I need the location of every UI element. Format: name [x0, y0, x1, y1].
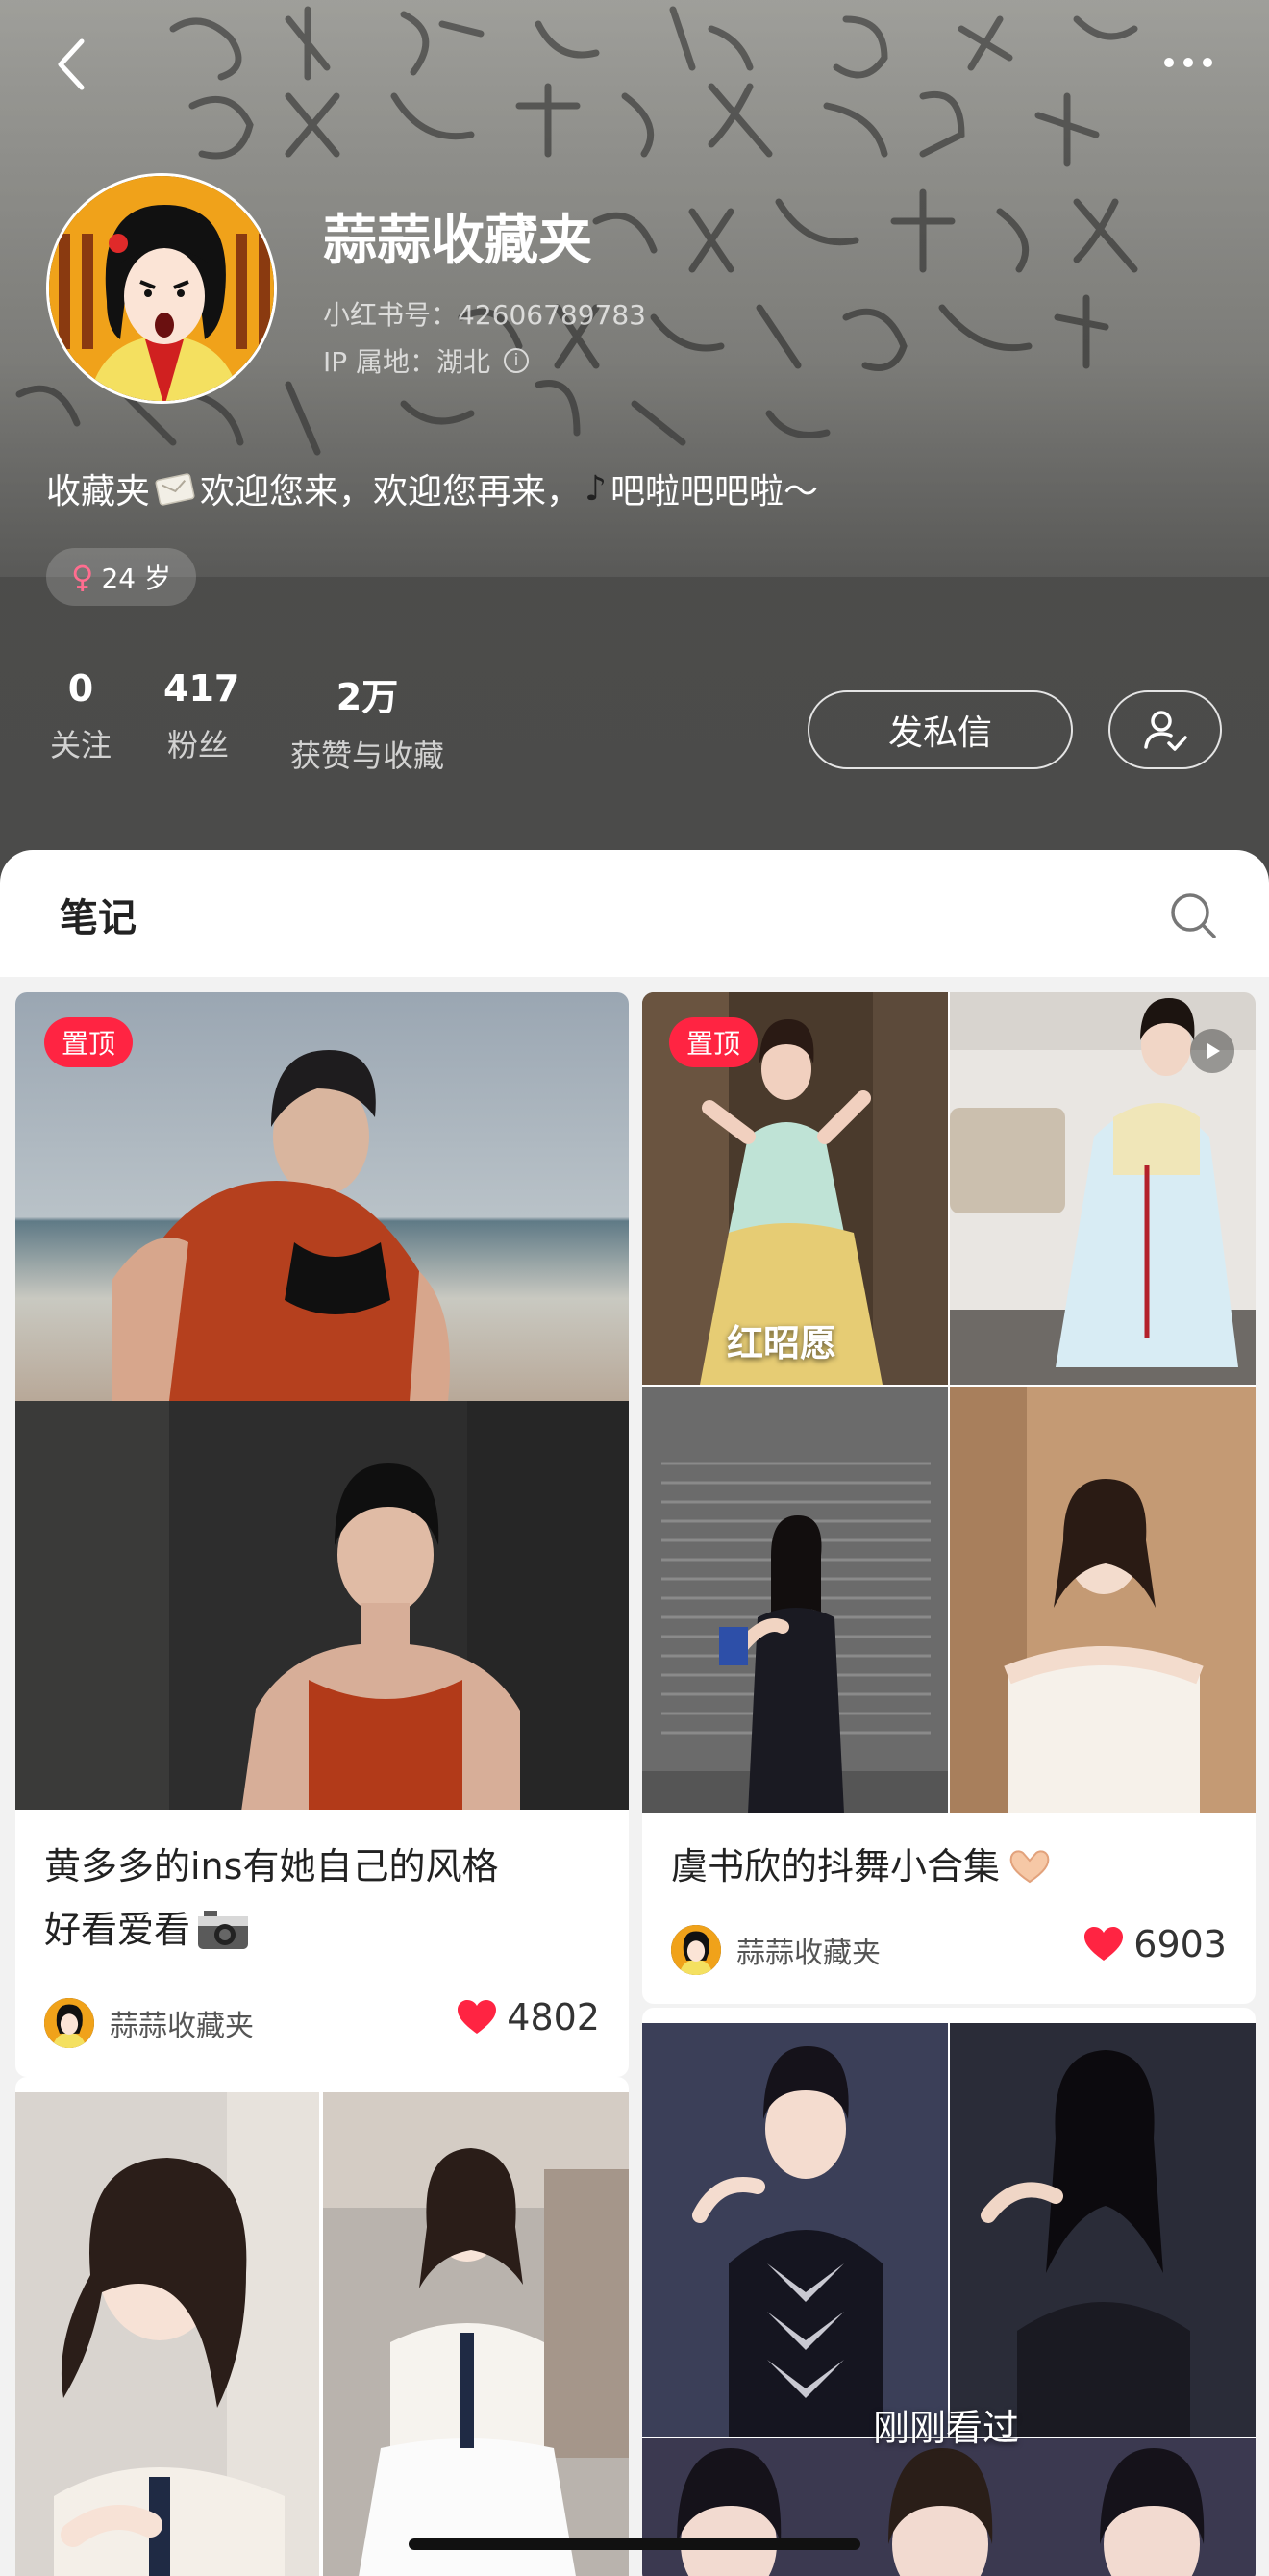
- stat-likes-collects[interactable]: 2万 获赞与收藏: [281, 667, 454, 776]
- stat-following[interactable]: 0 关注: [46, 667, 115, 765]
- offshoulder-photo: [950, 1387, 1256, 1813]
- info-icon[interactable]: i: [504, 348, 530, 373]
- stat-followers-label: 粉丝: [166, 727, 229, 763]
- age-tag: ♀ 24 岁: [46, 548, 196, 606]
- portrait-photo: [15, 2092, 319, 2576]
- bio-prefix: 收藏夹: [46, 472, 151, 512]
- cover-caption: 红昭愿: [727, 1322, 837, 1364]
- ip-location-text: IP 属地：湖北: [323, 346, 491, 378]
- note-card[interactable]: 刚刚看过: [642, 2008, 1256, 2576]
- music-note-icon: ♪: [585, 468, 608, 509]
- heart-icon: [458, 2000, 497, 2034]
- group-photo: [642, 2438, 1256, 2576]
- bio-suffix: 吧啦吧吧啦～: [610, 472, 819, 512]
- stat-following-value: 0: [67, 667, 94, 710]
- stage-photo: [642, 2023, 948, 2437]
- author-avatar: [671, 1925, 721, 1975]
- note-card[interactable]: 置顶 黄多多的ins有她自己的风格 好看爱看 蒜蒜收藏夹 4802: [15, 992, 629, 2077]
- note-cover-image: 置顶: [15, 992, 629, 1401]
- heart-icon: [1084, 1927, 1124, 1961]
- author-avatar: [44, 1998, 94, 2048]
- more-icon-dot: [1183, 58, 1193, 67]
- recently-viewed-label: 刚刚看过: [873, 2407, 1020, 2449]
- like-count-value: 4802: [507, 1996, 600, 2038]
- stage-photo: [950, 2023, 1256, 2437]
- more-icon: [1164, 58, 1174, 67]
- note-cover-image: [950, 2023, 1256, 2437]
- portrait-photo: [15, 1401, 629, 1810]
- note-title: 虞书欣的抖舞小合集: [671, 1845, 1001, 1888]
- more-button[interactable]: [1150, 38, 1227, 87]
- note-cover-image: [642, 2023, 948, 2437]
- like-count[interactable]: 6903: [1083, 1923, 1227, 1965]
- send-message-button[interactable]: 发私信: [808, 690, 1073, 769]
- note-author[interactable]: 蒜蒜收藏夹: [44, 1998, 254, 2048]
- note-cover-image: [15, 2092, 319, 2576]
- back-icon: [58, 38, 85, 90]
- note-title: 黄多多的ins有她自己的风格: [44, 1845, 499, 1888]
- back-button[interactable]: [46, 31, 94, 98]
- note-title-text: 好看爱看: [44, 1909, 191, 1951]
- female-icon: ♀: [71, 559, 94, 595]
- note-title-row: 虞书欣的抖舞小合集: [671, 1835, 1054, 1898]
- street-photo: [323, 2092, 629, 2576]
- envelope-emoji-icon: [155, 473, 195, 506]
- profile-avatar[interactable]: [46, 173, 277, 404]
- pinned-badge: 置顶: [44, 1017, 134, 1067]
- like-count-value: 6903: [1133, 1923, 1227, 1965]
- note-author[interactable]: 蒜蒜收藏夹: [671, 1925, 881, 1975]
- profile-nickname: 蒜蒜收藏夹: [323, 210, 592, 272]
- pinned-badge: 置顶: [669, 1017, 759, 1067]
- stat-likes-collects-value: 2万: [336, 676, 399, 718]
- play-icon: [1207, 1043, 1220, 1059]
- note-cover-image: [950, 992, 1256, 1385]
- note-title-line2: 好看爱看: [44, 1898, 250, 1962]
- search-icon: [1171, 893, 1216, 938]
- garage-dance-photo: [642, 1387, 948, 1813]
- follow-status-button[interactable]: [1108, 690, 1222, 769]
- notes-tab-bar: 笔记: [0, 850, 1269, 977]
- notes-feed: 置顶 黄多多的ins有她自己的风格 好看爱看 蒜蒜收藏夹 4802 置顶 红昭愿…: [0, 977, 1269, 2576]
- tab-notes[interactable]: 笔记: [60, 887, 137, 942]
- profile-bio: 收藏夹 欢迎您来，欢迎您再来， ♪ 吧啦吧吧啦～: [46, 463, 818, 513]
- author-name: 蒜蒜收藏夹: [736, 1937, 881, 1970]
- bio-middle: 欢迎您来，欢迎您再来，: [200, 472, 582, 512]
- heart-hands-icon: [1009, 1850, 1050, 1884]
- like-count[interactable]: 4802: [457, 1996, 600, 2038]
- avatar-illustration: [49, 176, 274, 401]
- stat-following-label: 关注: [49, 727, 112, 763]
- note-cover-image: 置顶 红昭愿: [642, 992, 948, 1385]
- stat-followers[interactable]: 417 粉丝: [163, 667, 240, 765]
- stat-followers-value: 417: [163, 667, 240, 710]
- author-name: 蒜蒜收藏夹: [110, 2010, 254, 2043]
- note-cover-image: [323, 2092, 629, 2576]
- note-card[interactable]: [15, 2077, 629, 2576]
- note-cover-image: [950, 1387, 1256, 1813]
- more-icon-dot: [1203, 58, 1212, 67]
- note-card[interactable]: 置顶 红昭愿 虞书欣的抖舞小合集 蒜蒜收藏夹 6903: [642, 992, 1256, 2004]
- note-cover-image: [15, 1401, 629, 1810]
- note-cover-image: [642, 2438, 1256, 2576]
- age-tag-label: 24 岁: [101, 563, 171, 594]
- video-play-badge: [1190, 1029, 1234, 1073]
- camera-icon: [198, 1911, 249, 1949]
- search-button[interactable]: [1168, 890, 1218, 940]
- profile-user-id[interactable]: 小红书号：42606789783: [323, 294, 646, 333]
- stat-likes-collects-label: 获赞与收藏: [289, 738, 444, 774]
- follow-check-icon: [1144, 711, 1187, 751]
- profile-ip-location: IP 属地：湖北 i: [323, 341, 530, 380]
- home-indicator[interactable]: [409, 2538, 860, 2550]
- note-cover-image: [642, 1387, 948, 1813]
